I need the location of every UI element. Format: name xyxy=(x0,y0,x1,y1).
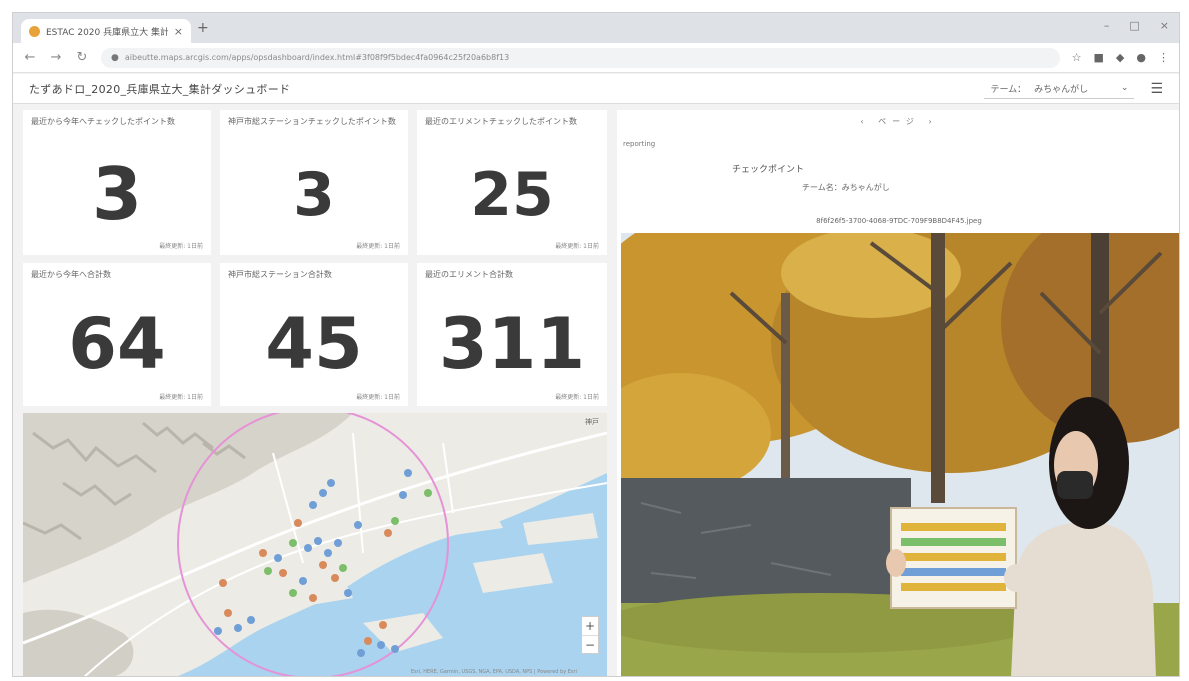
map-attribution: Esri, HERE, Garmin, USGS, NGA, EPA, USDA… xyxy=(410,669,577,675)
indicator-card: 最近のエリメントチェックしたポイント数 25 最終更新: 1日前 xyxy=(417,110,607,255)
card-value: 45 xyxy=(265,303,363,385)
card-value: 25 xyxy=(470,160,554,230)
tab-strip: ESTAC 2020 兵庫県立大 集計 × + – □ × xyxy=(13,13,1179,43)
board-stripe xyxy=(901,568,1006,576)
back-icon[interactable]: ← xyxy=(23,50,37,65)
zoom-out-button[interactable]: − xyxy=(582,635,598,653)
card-title: 最近から今年へ合計数 xyxy=(31,270,111,279)
url-text: aibeutte.maps.arcgis.com/apps/opsdashboa… xyxy=(124,53,510,62)
card-value: 3 xyxy=(91,152,143,236)
more-icon[interactable]: ⋮ xyxy=(1158,51,1169,64)
card-value: 3 xyxy=(293,160,335,230)
card-title: 神戸市総ステーションチェックしたポイント数 xyxy=(228,117,396,126)
person-hand xyxy=(1004,564,1028,592)
zoom-control: + − xyxy=(581,616,599,654)
attachment-photo xyxy=(621,233,1179,676)
minimize-button[interactable]: – xyxy=(1104,19,1110,32)
card-footer: 最終更新: 1日前 xyxy=(159,394,203,401)
close-window-button[interactable]: × xyxy=(1160,19,1169,32)
indicator-card: 最近のエリメント合計数 311 最終更新: 1日前 xyxy=(417,263,607,406)
indicator-card: 神戸市総ステーション合計数 45 最終更新: 1日前 xyxy=(220,263,408,406)
map-panel[interactable]: 神戸 + − Esri, HERE, Garmin, USGS, NGA, EP… xyxy=(23,413,607,677)
detail-pager[interactable]: ‹ ページ › xyxy=(617,116,1179,127)
tab-title: ESTAC 2020 兵庫県立大 集計 xyxy=(46,27,168,38)
maximize-button[interactable]: □ xyxy=(1129,19,1139,32)
card-value: 311 xyxy=(438,303,586,385)
browser-tab[interactable]: ESTAC 2020 兵庫県立大 集計 × xyxy=(21,19,191,43)
card-footer: 最終更新: 1日前 xyxy=(356,243,400,250)
address-bar[interactable]: ● aibeutte.maps.arcgis.com/apps/opsdashb… xyxy=(101,47,1060,68)
indicator-card: 神戸市総ステーションチェックしたポイント数 3 最終更新: 1日前 xyxy=(220,110,408,255)
photo-canvas xyxy=(621,233,1179,676)
card-value: 64 xyxy=(68,303,166,385)
extensions-icon[interactable]: ■ xyxy=(1094,51,1104,64)
face-mask xyxy=(1057,471,1093,499)
card-footer: 最終更新: 1日前 xyxy=(555,394,599,401)
board-stripe xyxy=(901,538,1006,546)
person-hand xyxy=(886,549,906,577)
team-selector-value: みちゃんがし xyxy=(1034,84,1089,95)
menu-icon[interactable]: ☰ xyxy=(1150,81,1163,97)
board-stripe xyxy=(901,523,1006,531)
card-footer: 最終更新: 1日前 xyxy=(159,243,203,250)
reload-icon[interactable]: ↻ xyxy=(75,50,89,65)
indicator-card: 最近から今年へ合計数 64 最終更新: 1日前 xyxy=(23,263,211,406)
card-footer: 最終更新: 1日前 xyxy=(356,394,400,401)
map-canvas[interactable] xyxy=(23,413,607,677)
browser-window: ESTAC 2020 兵庫県立大 集計 × + – □ × ← → ↻ ● ai… xyxy=(12,12,1180,677)
card-title: 最近のエリメントチェックしたポイント数 xyxy=(425,117,577,126)
tab-close-icon[interactable]: × xyxy=(174,25,183,38)
detail-team: チーム名：みちゃんがし xyxy=(802,183,890,192)
favicon-icon xyxy=(29,25,40,37)
detail-heading: チェックポイント xyxy=(732,165,805,175)
tree-trunk xyxy=(781,293,790,493)
browser-toolbar: ← → ↻ ● aibeutte.maps.arcgis.com/apps/op… xyxy=(13,43,1179,73)
toolbar-actions: ☆ ■ ◆ ● ⋮ xyxy=(1072,51,1169,64)
person-coat xyxy=(1011,523,1156,676)
detail-panel: ‹ ページ › reporting チェックポイント チーム名：みちゃんがし 8… xyxy=(617,110,1179,676)
chevron-down-icon: ⌄ xyxy=(1120,83,1129,93)
board-stripe xyxy=(901,583,1006,591)
cast-icon[interactable]: ◆ xyxy=(1116,51,1124,64)
dashboard-header: たずあドロ_2020_兵庫県立大_集計ダッシュボード テーム： みちゃんがし ⌄… xyxy=(13,74,1179,104)
window-controls: – □ × xyxy=(1104,19,1169,32)
card-title: 神戸市総ステーション合計数 xyxy=(228,270,332,279)
team-selector-label: テーム： xyxy=(990,84,1027,95)
detail-label: reporting xyxy=(623,140,656,148)
dashboard-title: たずあドロ_2020_兵庫県立大_集計ダッシュボード xyxy=(29,82,291,96)
card-title: 最近から今年へチェックしたポイント数 xyxy=(31,117,175,126)
forward-icon[interactable]: → xyxy=(49,50,63,65)
star-icon[interactable]: ☆ xyxy=(1072,51,1082,64)
attachment-filename[interactable]: 8f6f26f5-3700-4068-9TDC-709F9B8D4F45.jpe… xyxy=(617,217,1179,225)
card-footer: 最終更新: 1日前 xyxy=(555,243,599,250)
team-selector[interactable]: テーム： みちゃんがし ⌄ xyxy=(984,79,1135,99)
stone-wall xyxy=(621,478,911,613)
new-tab-button[interactable]: + xyxy=(197,20,209,36)
profile-icon[interactable]: ● xyxy=(1136,51,1146,64)
tree-trunk xyxy=(931,233,945,503)
map-place-label: 神戸 xyxy=(585,418,599,426)
lock-icon: ● xyxy=(111,52,119,63)
zoom-in-button[interactable]: + xyxy=(582,617,598,635)
card-title: 最近のエリメント合計数 xyxy=(425,270,513,279)
indicator-card: 最近から今年へチェックしたポイント数 3 最終更新: 1日前 xyxy=(23,110,211,255)
board-stripe xyxy=(901,553,1006,561)
